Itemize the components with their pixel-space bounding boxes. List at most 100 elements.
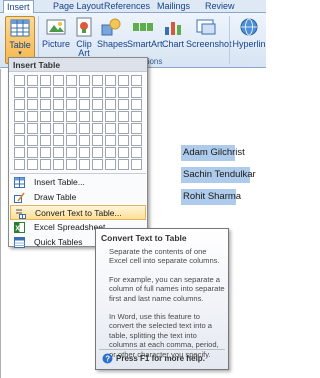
- table-grid-cell[interactable]: [131, 135, 142, 146]
- table-grid-cell[interactable]: [14, 123, 25, 134]
- table-grid-cell[interactable]: [92, 123, 103, 134]
- selected-text-line[interactable]: Adam Gilchrist: [181, 145, 245, 161]
- table-grid-cell[interactable]: [14, 75, 25, 86]
- table-grid-cell[interactable]: [66, 147, 77, 158]
- table-grid-cell[interactable]: [40, 123, 51, 134]
- table-grid-cell[interactable]: [131, 99, 142, 110]
- table-grid-cell[interactable]: [92, 159, 103, 170]
- table-grid-cell[interactable]: [66, 123, 77, 134]
- table-grid-cell[interactable]: [118, 75, 129, 86]
- table-grid-cell[interactable]: [66, 159, 77, 170]
- tooltip-divider: [99, 349, 225, 350]
- table-grid-cell[interactable]: [105, 99, 116, 110]
- tab-insert[interactable]: Insert: [3, 0, 34, 14]
- table-grid-cell[interactable]: [79, 87, 90, 98]
- table-grid-cell[interactable]: [40, 111, 51, 122]
- chart-button[interactable]: Chart: [161, 16, 185, 64]
- table-grid-cell[interactable]: [131, 87, 142, 98]
- table-grid-cell[interactable]: [92, 99, 103, 110]
- ribbon-tab-bar: Insert Page Layout References Mailings R…: [0, 0, 266, 14]
- table-grid-cell[interactable]: [118, 87, 129, 98]
- table-grid-cell[interactable]: [105, 111, 116, 122]
- table-grid-cell[interactable]: [79, 147, 90, 158]
- table-grid-cell[interactable]: [79, 111, 90, 122]
- table-grid-cell[interactable]: [105, 135, 116, 146]
- dropdown-arrow-icon: ▾: [18, 50, 22, 57]
- table-grid-cell[interactable]: [131, 75, 142, 86]
- table-grid-cell[interactable]: [92, 147, 103, 158]
- table-grid-cell[interactable]: [27, 87, 38, 98]
- table-grid-cell[interactable]: [27, 135, 38, 146]
- table-grid-cell[interactable]: [27, 159, 38, 170]
- table-grid-cell[interactable]: [40, 147, 51, 158]
- table-grid-cell[interactable]: [118, 159, 129, 170]
- table-grid-cell[interactable]: [131, 123, 142, 134]
- table-grid-cell[interactable]: [105, 123, 116, 134]
- table-grid-cell[interactable]: [118, 147, 129, 158]
- table-grid-cell[interactable]: [92, 75, 103, 86]
- table-grid-cell[interactable]: [14, 159, 25, 170]
- table-grid-cell[interactable]: [53, 75, 64, 86]
- table-grid-cell[interactable]: [105, 147, 116, 158]
- table-grid-cell[interactable]: [53, 87, 64, 98]
- table-grid-cell[interactable]: [14, 135, 25, 146]
- table-grid-cell[interactable]: [92, 135, 103, 146]
- selected-text-line[interactable]: Sachin Tendulkar: [181, 167, 256, 183]
- table-grid-cell[interactable]: [40, 135, 51, 146]
- table-grid-cell[interactable]: [118, 99, 129, 110]
- table-grid-cell[interactable]: [105, 159, 116, 170]
- table-grid-cell[interactable]: [14, 147, 25, 158]
- table-grid-cell[interactable]: [105, 75, 116, 86]
- table-grid-cell[interactable]: [131, 159, 142, 170]
- table-grid-cell[interactable]: [118, 135, 129, 146]
- table-grid-cell[interactable]: [14, 99, 25, 110]
- table-grid-cell[interactable]: [66, 135, 77, 146]
- hyperlink-button[interactable]: Hyperlin: [232, 16, 266, 64]
- table-grid-cell[interactable]: [53, 123, 64, 134]
- table-grid-cell[interactable]: [40, 99, 51, 110]
- table-grid-cell[interactable]: [118, 111, 129, 122]
- tab-references[interactable]: References: [101, 0, 153, 13]
- table-grid-cell[interactable]: [118, 123, 129, 134]
- menu-item-insert-table[interactable]: Insert Table...: [10, 175, 146, 190]
- table-grid-cell[interactable]: [14, 87, 25, 98]
- table-grid-cell[interactable]: [79, 135, 90, 146]
- table-grid-cell[interactable]: [40, 75, 51, 86]
- table-grid-cell[interactable]: [66, 87, 77, 98]
- table-size-grid[interactable]: [14, 75, 144, 175]
- table-grid-cell[interactable]: [92, 111, 103, 122]
- table-grid-cell[interactable]: [53, 135, 64, 146]
- screenshot-button[interactable]: Screenshot: [186, 16, 232, 64]
- tab-page-layout[interactable]: Page Layout: [50, 0, 107, 13]
- menu-item-draw-table[interactable]: Draw Table: [10, 190, 146, 205]
- table-grid-cell[interactable]: [53, 99, 64, 110]
- table-grid-cell[interactable]: [40, 87, 51, 98]
- excel-spreadsheet-icon: X: [14, 222, 25, 233]
- table-grid-cell[interactable]: [79, 99, 90, 110]
- table-grid-cell[interactable]: [79, 75, 90, 86]
- table-grid-cell[interactable]: [40, 159, 51, 170]
- table-grid-cell[interactable]: [27, 123, 38, 134]
- table-grid-cell[interactable]: [131, 147, 142, 158]
- table-grid-cell[interactable]: [66, 75, 77, 86]
- tab-review[interactable]: Review: [202, 0, 238, 13]
- table-grid-cell[interactable]: [131, 111, 142, 122]
- table-grid-cell[interactable]: [27, 147, 38, 158]
- table-grid-cell[interactable]: [66, 99, 77, 110]
- table-grid-cell[interactable]: [105, 87, 116, 98]
- table-grid-cell[interactable]: [27, 111, 38, 122]
- tab-mailings[interactable]: Mailings: [154, 0, 193, 13]
- table-grid-cell[interactable]: [14, 111, 25, 122]
- table-grid-cell[interactable]: [27, 99, 38, 110]
- table-grid-cell[interactable]: [53, 111, 64, 122]
- table-grid-cell[interactable]: [27, 75, 38, 86]
- table-grid-cell[interactable]: [53, 147, 64, 158]
- table-grid-cell[interactable]: [79, 159, 90, 170]
- table-grid-cell[interactable]: [79, 123, 90, 134]
- table-grid-cell[interactable]: [53, 159, 64, 170]
- table-grid-cell[interactable]: [92, 87, 103, 98]
- table-grid-cell[interactable]: [66, 111, 77, 122]
- selected-text-line[interactable]: Rohit Sharma: [181, 189, 241, 205]
- menu-divider: [10, 173, 146, 174]
- menu-item-convert-text-to-table[interactable]: Convert Text to Table...: [10, 205, 146, 220]
